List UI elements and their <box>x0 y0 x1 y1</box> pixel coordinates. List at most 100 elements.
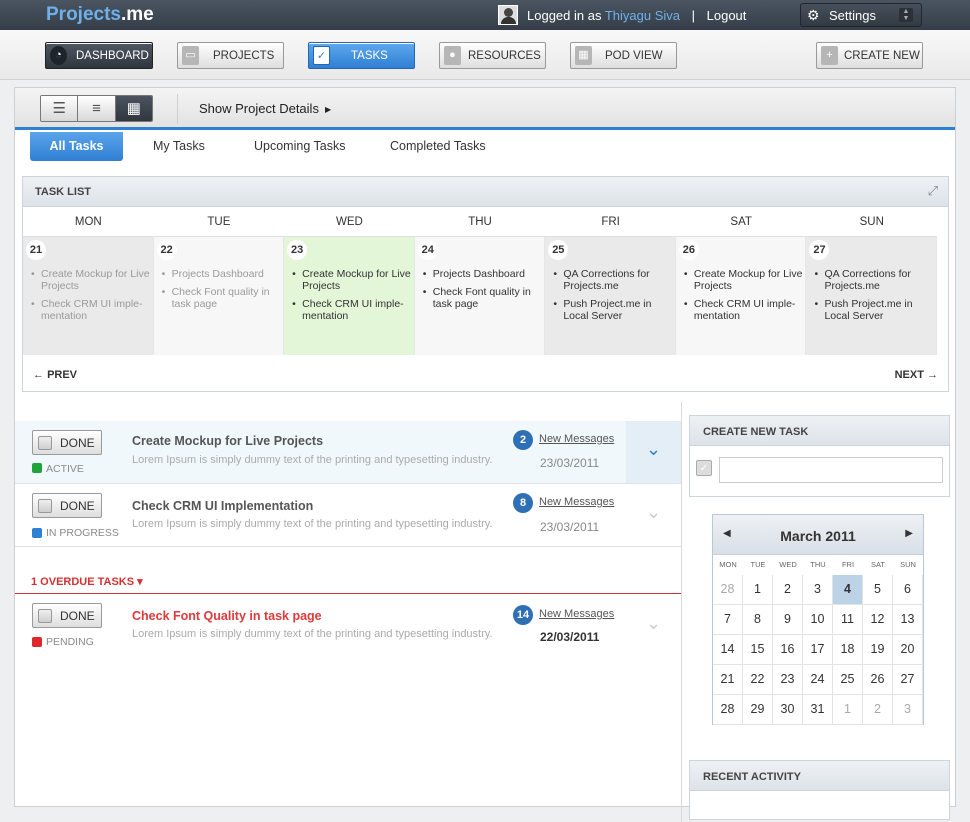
done-button[interactable]: DONE <box>32 603 102 628</box>
cell-task[interactable]: Create Mockup for Live Projects <box>684 268 804 292</box>
user-name-link[interactable]: Thiyagu Siva <box>605 8 680 23</box>
task-title[interactable]: Create Mockup for Live Projects <box>132 434 323 448</box>
calendar-day[interactable]: 9 <box>773 605 803 635</box>
cell-task[interactable]: Push Project.me in Local Server <box>814 298 934 322</box>
login-prefix: Logged in as <box>527 8 602 23</box>
chevron-down-icon[interactable]: ⌄ <box>626 595 681 657</box>
cell-task-overdue[interactable]: Check Font quality in task page <box>162 286 282 310</box>
day-cell[interactable]: 24 Projects Dashboard Check Font quality … <box>414 237 546 355</box>
calendar-day[interactable]: 16 <box>773 635 803 665</box>
day-cell[interactable]: 25 QA Corrections for Projects.me Push Pr… <box>545 237 676 355</box>
list-view-icon[interactable]: ☰ <box>41 96 79 121</box>
prev-week-button[interactable]: ← PREV <box>33 369 77 381</box>
cell-task[interactable]: Check Font quality in task page <box>423 286 543 310</box>
chevron-down-icon[interactable]: ⌄ <box>626 421 681 483</box>
cell-task[interactable]: QA Corrections for Projects.me <box>553 268 673 292</box>
calendar-day[interactable]: 28 <box>713 575 743 605</box>
cell-task[interactable]: Projects Dashboard <box>423 268 543 280</box>
calendar-day[interactable]: 25 <box>833 665 863 695</box>
day-cell[interactable]: 22 Projects Dashboard Check Font quality … <box>153 237 285 355</box>
calendar-day[interactable]: 30 <box>773 695 803 725</box>
calendar-day[interactable]: 14 <box>713 635 743 665</box>
gantt-view-icon[interactable]: ≡ <box>78 96 116 121</box>
day-cell[interactable]: 21 Create Mockup for Live Projects Check … <box>23 237 154 355</box>
create-new-button[interactable]: + CREATE NEW <box>816 42 923 69</box>
cell-task[interactable]: Projects Dashboard <box>162 268 282 280</box>
calendar-day[interactable]: 23 <box>773 665 803 695</box>
calendar-day[interactable]: 7 <box>713 605 743 635</box>
task-title[interactable]: Check Font Quality in task page <box>132 609 322 623</box>
task-title[interactable]: Check CRM UI Implementation <box>132 499 313 513</box>
pod-view-button[interactable]: ▦ POD VIEW <box>570 42 677 69</box>
calendar-day[interactable]: 27 <box>893 665 923 695</box>
logout-link[interactable]: Logout <box>707 8 747 23</box>
tab-completed-tasks[interactable]: Completed Tasks <box>390 132 486 161</box>
task-row[interactable]: DONE IN PROGRESS Check CRM UI Implementa… <box>15 484 681 547</box>
calendar-day[interactable]: 29 <box>743 695 773 725</box>
expand-icon[interactable]: ⤢ <box>928 183 938 199</box>
calendar-day[interactable]: 2 <box>773 575 803 605</box>
calendar-day[interactable]: 2 <box>863 695 893 725</box>
task-row-overdue[interactable]: DONE PENDING Check Font Quality in task … <box>15 595 681 658</box>
done-button[interactable]: DONE <box>32 493 102 518</box>
chevron-down-icon[interactable]: ⌄ <box>626 484 681 546</box>
calendar-day[interactable]: 11 <box>833 605 863 635</box>
dashboard-button[interactable]: ◔ DASHBOARD <box>45 42 153 69</box>
calendar-day[interactable]: 18 <box>833 635 863 665</box>
calendar-day[interactable]: 22 <box>743 665 773 695</box>
resources-button[interactable]: ● RESOURCES <box>439 42 546 69</box>
calendar-day[interactable]: 3 <box>803 575 833 605</box>
calendar-day[interactable]: 10 <box>803 605 833 635</box>
tab-my-tasks[interactable]: My Tasks <box>153 132 205 161</box>
calendar-day[interactable]: 21 <box>713 665 743 695</box>
cell-task[interactable]: QA Corrections for Projects.me <box>814 268 934 292</box>
tasks-button[interactable]: ✓ TASKS <box>308 42 415 69</box>
cell-task[interactable]: Check CRM UI imple-mentation <box>292 298 412 322</box>
new-messages-link[interactable]: New Messages <box>539 433 614 445</box>
cell-task[interactable]: Check CRM UI imple-mentation <box>684 298 804 322</box>
cell-task[interactable]: Push Project.me in Local Server <box>553 298 673 322</box>
task-row[interactable]: DONE ACTIVE Create Mockup for Live Proje… <box>15 421 681 484</box>
projects-button[interactable]: ▭ PROJECTS <box>177 42 284 69</box>
show-project-details-button[interactable]: Show Project Details ▶ <box>199 101 331 116</box>
tab-upcoming-tasks[interactable]: Upcoming Tasks <box>254 132 345 161</box>
calendar-day[interactable]: 5 <box>863 575 893 605</box>
calendar-day[interactable]: 24 <box>803 665 833 695</box>
cell-task[interactable]: Create Mockup for Live Projects <box>31 268 151 292</box>
calendar-day[interactable]: 19 <box>863 635 893 665</box>
done-button[interactable]: DONE <box>32 430 102 455</box>
calendar-day[interactable]: 1 <box>833 695 863 725</box>
calendar-day[interactable]: 15 <box>743 635 773 665</box>
day-cell[interactable]: 27 QA Corrections for Projects.me Push Pr… <box>806 237 938 355</box>
settings-dropdown[interactable]: ⚙ Settings ▲ ▼ <box>800 3 922 27</box>
calendar-day[interactable]: 17 <box>803 635 833 665</box>
calendar-day[interactable]: 4 <box>833 575 863 605</box>
calendar-day[interactable]: 20 <box>893 635 923 665</box>
calendar-day[interactable]: 12 <box>863 605 893 635</box>
calendar-day[interactable]: 3 <box>893 695 923 725</box>
calendar-day[interactable]: 28 <box>713 695 743 725</box>
app-logo[interactable]: Projects.me <box>46 4 154 26</box>
new-task-input[interactable] <box>719 457 943 483</box>
next-month-icon[interactable]: ▶ <box>905 528 913 539</box>
day-number: 25 <box>548 240 569 260</box>
calendar-day[interactable]: 26 <box>863 665 893 695</box>
calendar-day[interactable]: 31 <box>803 695 833 725</box>
cell-task[interactable]: Create Mockup for Live Projects <box>292 268 412 292</box>
new-messages-link[interactable]: New Messages <box>539 608 614 620</box>
calendar-view-icon[interactable]: ▦ <box>115 96 152 121</box>
check-icon[interactable]: ✓ <box>696 460 712 476</box>
calendar-day[interactable]: 8 <box>743 605 773 635</box>
overdue-tasks-toggle[interactable]: 1 OVERDUE TASKS ▾ <box>31 575 143 588</box>
calendar-day[interactable]: 13 <box>893 605 923 635</box>
cell-task[interactable]: Check CRM UI imple-mentation <box>31 298 151 322</box>
calendar-day[interactable]: 6 <box>893 575 923 605</box>
next-week-button[interactable]: NEXT → <box>895 369 938 381</box>
tab-all-tasks[interactable]: All Tasks <box>30 132 123 161</box>
day-label: SAT <box>730 216 752 228</box>
calendar-day[interactable]: 1 <box>743 575 773 605</box>
done-label: DONE <box>60 436 95 450</box>
new-messages-link[interactable]: New Messages <box>539 496 614 508</box>
day-cell-today[interactable]: 23 Create Mockup for Live Projects Check … <box>284 237 415 355</box>
day-cell[interactable]: 26 Create Mockup for Live Projects Check … <box>675 237 807 355</box>
